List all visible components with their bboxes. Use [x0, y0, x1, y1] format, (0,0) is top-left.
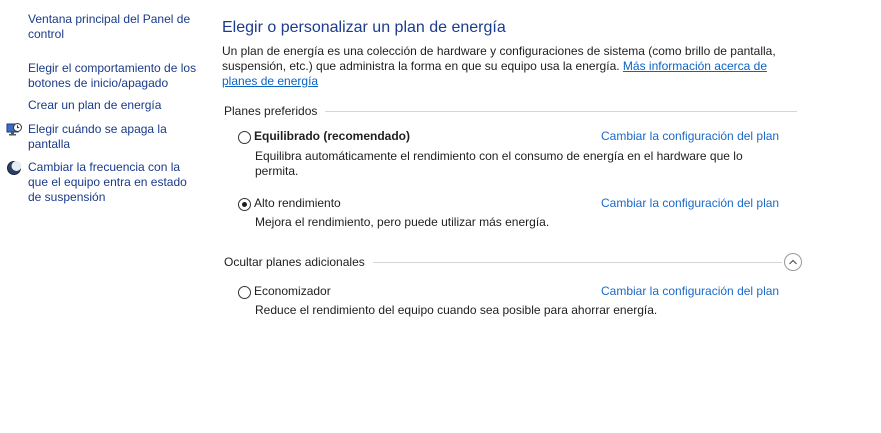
page-description: Un plan de energía es una colección de h… [222, 44, 802, 89]
plan-name-power-saver[interactable]: Economizador [254, 284, 331, 298]
sidebar: Ventana principal del Panel de control E… [0, 0, 205, 433]
collapse-button[interactable] [784, 253, 802, 271]
sidebar-item-control-panel-home[interactable]: Ventana principal del Panel de control [28, 12, 198, 42]
change-plan-settings-link-balanced[interactable]: Cambiar la configuración del plan [601, 129, 779, 143]
preferred-plans-label: Planes preferidos [224, 104, 326, 118]
sidebar-item-create-plan[interactable]: Crear un plan de energía [28, 98, 198, 113]
plan-name-balanced[interactable]: Equilibrado (recomendado) [254, 129, 410, 143]
page-title: Elegir o personalizar un plan de energía [222, 19, 506, 36]
moon-icon [6, 160, 22, 176]
sidebar-item-display-off[interactable]: Elegir cuándo se apaga la pantalla [28, 122, 198, 152]
sidebar-item-sleep[interactable]: Cambiar la frecuencia con la que el equi… [28, 160, 198, 205]
chevron-up-icon [789, 259, 797, 265]
radio-power-saver-plan[interactable] [238, 286, 251, 299]
plan-description-power-saver: Reduce el rendimiento del equipo cuando … [255, 303, 658, 317]
sidebar-item-power-buttons[interactable]: Elegir el comportamiento de los botones … [28, 61, 198, 91]
radio-selected-dot [242, 202, 247, 207]
hide-additional-plans-label[interactable]: Ocultar planes adicionales [224, 255, 373, 269]
plan-description-high-performance: Mejora el rendimiento, pero puede utiliz… [255, 215, 550, 229]
change-plan-settings-link-high-performance[interactable]: Cambiar la configuración del plan [601, 196, 779, 210]
plan-name-high-performance[interactable]: Alto rendimiento [254, 196, 341, 210]
monitor-clock-icon [6, 122, 22, 138]
radio-high-performance-plan[interactable] [238, 198, 251, 211]
radio-balanced-plan[interactable] [238, 131, 251, 144]
change-plan-settings-link-power-saver[interactable]: Cambiar la configuración del plan [601, 284, 779, 298]
plan-description-balanced: Equilibra automáticamente el rendimiento… [255, 149, 743, 178]
